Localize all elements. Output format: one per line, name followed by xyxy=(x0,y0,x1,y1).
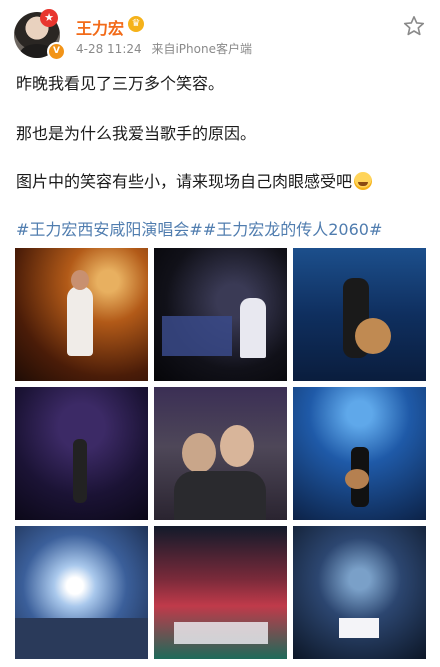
post-time: 4-28 11:24 xyxy=(76,42,142,56)
author-name[interactable]: 王力宏 xyxy=(76,15,124,39)
photo-grid xyxy=(15,248,426,662)
photo-fans[interactable] xyxy=(154,387,287,520)
photo-stadium-lights[interactable] xyxy=(15,526,148,659)
post-meta: 4-28 11:24 来自iPhone客户端 xyxy=(76,40,258,57)
star-outline-icon[interactable] xyxy=(402,14,426,38)
crown-icon: ♛ xyxy=(128,16,144,32)
photo-stage-piano-lights[interactable] xyxy=(293,526,426,659)
star-badge-icon: ★ xyxy=(40,9,58,27)
hashtag-links[interactable]: #王力宏西安咸阳演唱会##王力宏龙的传人2060# xyxy=(16,216,382,240)
post-text-line-2: 那也是为什么我爱当歌手的原因。 xyxy=(16,124,257,143)
photo-concert-crowd-purple[interactable] xyxy=(15,387,148,520)
verified-badge-icon: V xyxy=(47,42,66,61)
photo-concert-guitar-spotlight[interactable] xyxy=(293,248,426,381)
post-text-line-3-content: 图片中的笑容有些小，请来现场自己肉眼感受吧 xyxy=(16,172,353,191)
photo-stage-dancers[interactable] xyxy=(154,526,287,659)
photo-concert-piano[interactable] xyxy=(154,248,287,381)
photo-concert-guitar-blue[interactable] xyxy=(293,387,426,520)
post-header: ★ V 王力宏 ♛ 4-28 11:24 来自iPhone客户端 xyxy=(0,0,440,62)
post-text-line-3: 图片中的笑容有些小，请来现场自己肉眼感受吧 xyxy=(16,168,373,192)
post-source: 来自iPhone客户端 xyxy=(151,42,252,56)
photo-concert-violin[interactable] xyxy=(15,248,148,381)
post-text-line-1: 昨晚我看见了三万多个笑容。 xyxy=(16,74,225,93)
laughing-emoji-icon xyxy=(354,172,373,190)
